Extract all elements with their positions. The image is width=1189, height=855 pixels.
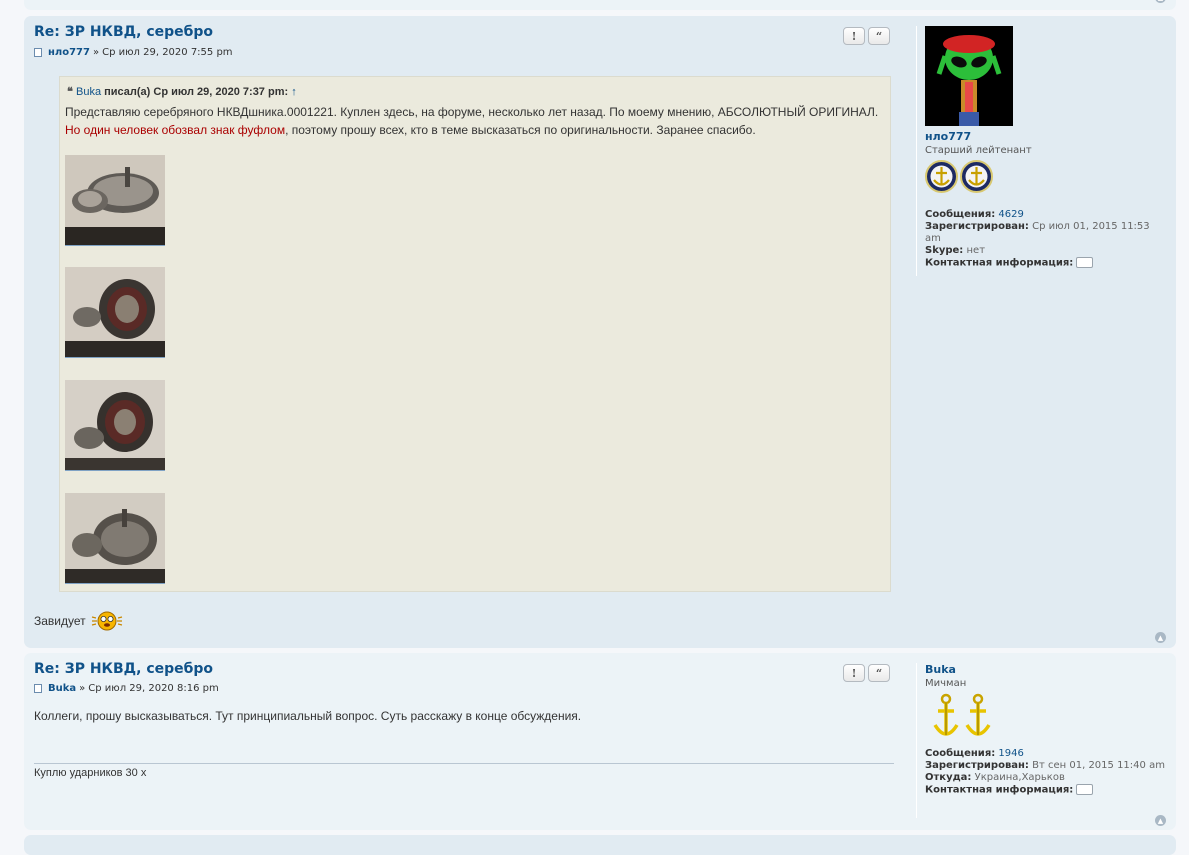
user-avatar[interactable]	[925, 26, 1013, 126]
profile-contact: Контактная информация:	[925, 257, 1168, 270]
back-to-top-icon[interactable]: ▲	[1155, 815, 1166, 826]
quote-button[interactable]: “	[868, 27, 890, 45]
profile-info: Сообщения: 4629 Зарегистрирован: Ср июл …	[925, 209, 1168, 270]
quote-author-link[interactable]: Buka	[76, 86, 101, 98]
quote-text: Представляю серебряного НКВДшника.000122…	[65, 103, 885, 139]
profile-contact: Контактная информация:	[925, 784, 1168, 797]
previous-post-edge: ▲	[24, 0, 1176, 10]
post-buttons: ! “	[843, 27, 890, 45]
attachment-thumbnail[interactable]	[65, 267, 165, 358]
author-link[interactable]: нло777	[48, 47, 90, 58]
profile-username[interactable]: Buka	[925, 663, 1168, 676]
profile-rank: Мичман	[925, 678, 967, 689]
quote-wrote: писал(а) Ср июл 29, 2020 7:37 pm:	[104, 86, 289, 98]
envy-smiley-icon	[91, 611, 122, 631]
signature-divider	[34, 763, 894, 764]
post-icon[interactable]	[34, 48, 42, 57]
post-content: Завидует	[34, 610, 124, 632]
anchor-icon	[933, 693, 959, 736]
profile-posts: Сообщения: 4629	[925, 209, 1024, 220]
author-link[interactable]: Buka	[48, 683, 76, 694]
quote-button[interactable]: “	[868, 664, 890, 682]
post-buttons: ! “	[843, 664, 890, 682]
profile-username[interactable]: нло777	[925, 130, 1168, 143]
profile-posts-count[interactable]: 1946	[998, 748, 1023, 759]
attachment-thumbnail[interactable]	[65, 380, 165, 471]
post: Re: ЗР НКВД, серебро нло777 » Ср июл 29,…	[24, 16, 1176, 648]
report-button[interactable]: !	[843, 664, 865, 682]
post-title[interactable]: Re: ЗР НКВД, серебро	[34, 661, 213, 677]
post-profile: Buka Мичман Сообщения: 1946 Зарегистриро…	[916, 663, 1168, 818]
anchor-icon	[965, 693, 991, 736]
back-to-top-icon[interactable]: ▲	[1155, 632, 1166, 643]
profile-from: Откуда: Украина,Харьков	[925, 772, 1065, 783]
post-profile: нло777 Старший лейтенант Сообщения: 4629…	[916, 26, 1168, 276]
profile-skype: Skype: нет	[925, 245, 986, 256]
quote-red-text: Но один человек обозвал знак фуфлом	[65, 123, 286, 137]
separator: »	[92, 47, 100, 58]
profile-joined: Зарегистрирован: Вт сен 01, 2015 11:40 a…	[925, 760, 1165, 771]
profile-info: Сообщения: 1946 Зарегистрирован: Вт сен …	[925, 748, 1168, 797]
anchor-badge-icon	[960, 160, 993, 193]
separator: »	[79, 683, 86, 694]
rank-insignia	[925, 160, 1168, 193]
signature: Куплю ударников 30 х	[34, 767, 147, 779]
quote-cite: ❝ Buka писал(а) Ср июл 29, 2020 7:37 pm:…	[67, 85, 297, 98]
post-author-line: нло777 » Ср июл 29, 2020 7:55 pm	[34, 47, 233, 58]
quote-icon: ❝	[67, 85, 73, 98]
quote-line: Представляю серебряного НКВДшника.000122…	[65, 105, 879, 119]
attachment-thumbnail[interactable]	[65, 493, 165, 584]
anchor-badge-icon	[925, 160, 958, 193]
post-icon[interactable]	[34, 684, 42, 693]
post-text: Коллеги, прошу высказываться. Тут принци…	[34, 709, 582, 723]
post-title[interactable]: Re: ЗР НКВД, серебро	[34, 24, 213, 40]
rank-insignia	[933, 693, 1168, 741]
back-to-top-icon[interactable]: ▲	[1155, 0, 1166, 3]
contact-icon[interactable]	[1076, 257, 1094, 268]
next-post-edge	[24, 835, 1176, 855]
report-button[interactable]: !	[843, 27, 865, 45]
post-text: Завидует	[34, 614, 86, 628]
profile-posts: Сообщения: 1946	[925, 748, 1024, 759]
attachment-thumbnail[interactable]	[65, 155, 165, 246]
contact-icon[interactable]	[1076, 784, 1094, 795]
quote-line: Но один человек обозвал знак фуфлом, поэ…	[65, 121, 885, 139]
quote-text-rest: , поэтому прошу всех, кто в теме высказа…	[285, 123, 756, 137]
profile-rank: Старший лейтенант	[925, 145, 1032, 156]
quote-source-link[interactable]: ↑	[291, 86, 297, 98]
post: Re: ЗР НКВД, серебро Buka » Ср июл 29, 2…	[24, 653, 1176, 830]
post-date: Ср июл 29, 2020 8:16 pm	[88, 683, 219, 694]
post-date: Ср июл 29, 2020 7:55 pm	[102, 47, 233, 58]
quote-block: ❝ Buka писал(а) Ср июл 29, 2020 7:37 pm:…	[59, 76, 891, 592]
profile-posts-count[interactable]: 4629	[998, 209, 1023, 220]
profile-joined: Зарегистрирован: Ср июл 01, 2015 11:53 a…	[925, 221, 1150, 244]
post-author-line: Buka » Ср июл 29, 2020 8:16 pm	[34, 683, 219, 694]
